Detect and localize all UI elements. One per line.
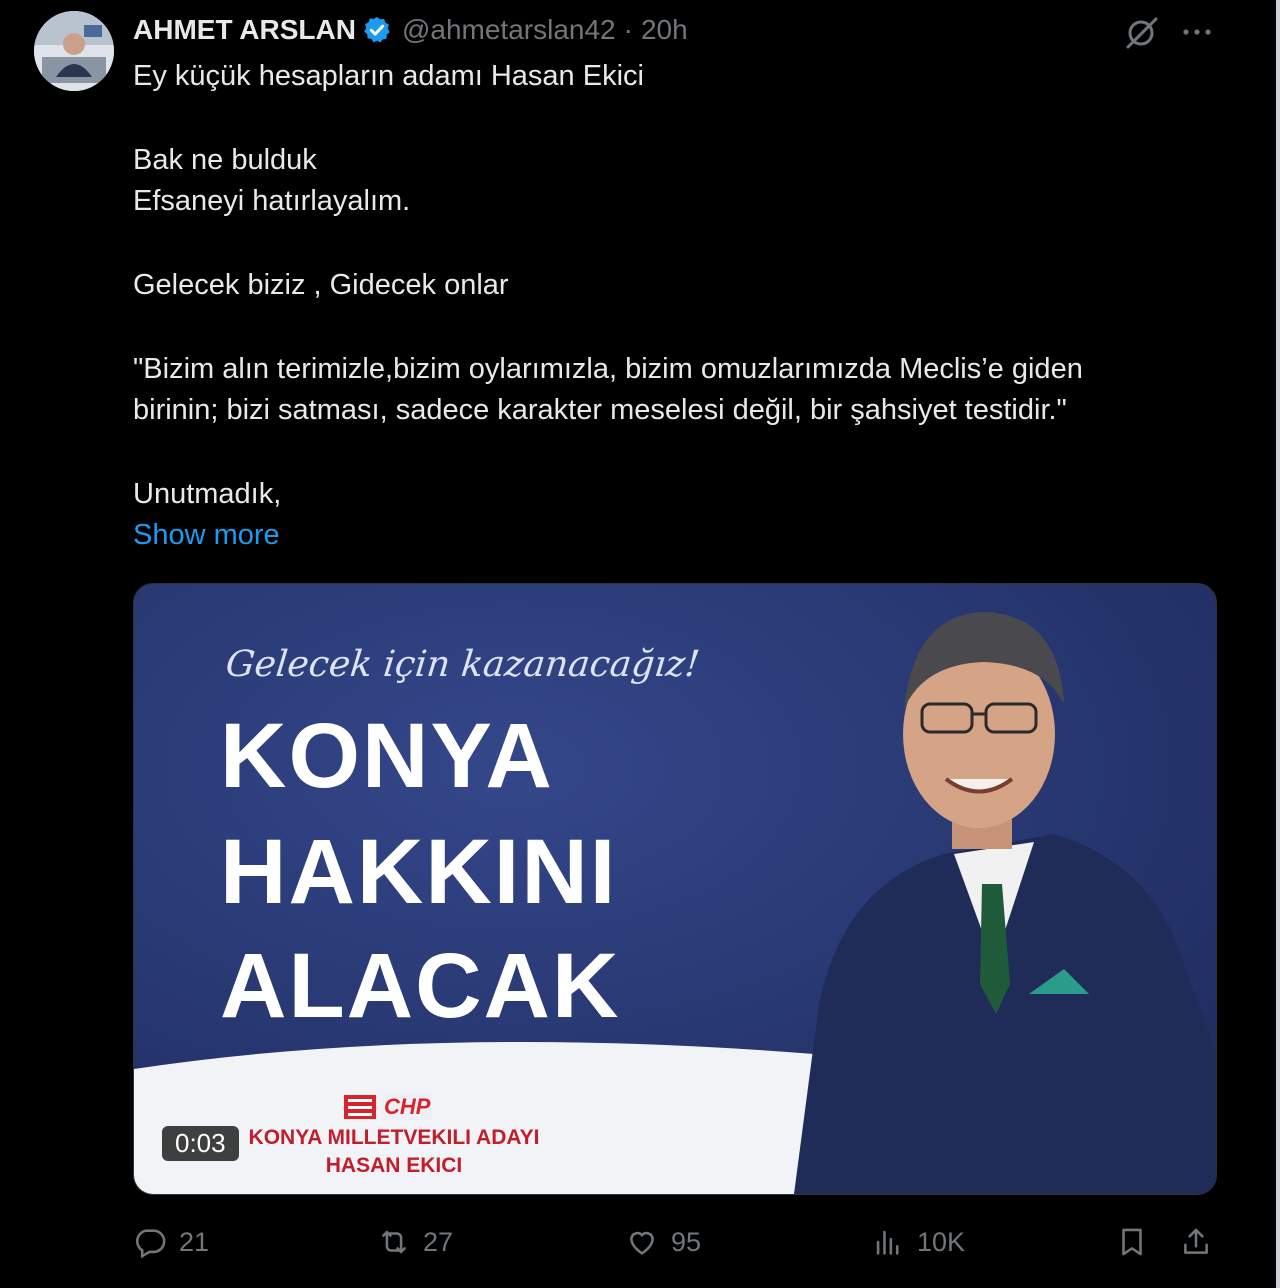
tweet-line: Bak ne bulduk Efsaneyi hatırlayalım. xyxy=(133,144,411,217)
tweet-line: Unutmadık, xyxy=(133,478,282,510)
tweet-text: Ey küçük hesapların adamı Hasan Ekici Ba… xyxy=(133,56,1213,556)
chp-flag-icon xyxy=(344,1095,376,1119)
views-button[interactable]: 10K xyxy=(871,1220,965,1264)
candidate-title: KONYA MILLETVEKILI ADAYI xyxy=(248,1126,540,1149)
bookmark-button[interactable] xyxy=(1115,1220,1161,1264)
retweet-icon xyxy=(382,1230,406,1254)
candidate-name: HASAN EKICI xyxy=(325,1154,463,1177)
author-handle[interactable]: @ahmetarslan42 xyxy=(402,14,616,46)
tweet-video[interactable]: Gelecek için kazanacağız! KONYA HAKKINI … xyxy=(133,583,1217,1195)
avatar[interactable] xyxy=(34,11,114,91)
like-button[interactable]: 95 xyxy=(625,1220,701,1264)
like-icon xyxy=(630,1231,654,1255)
retweet-button[interactable]: 27 xyxy=(377,1220,453,1264)
chp-logo-text: CHP xyxy=(382,1094,433,1120)
window-edge xyxy=(1276,0,1280,1288)
video-duration: 0:03 xyxy=(162,1126,239,1161)
separator-dot: · xyxy=(623,14,633,45)
chp-logo: CHP xyxy=(344,1094,433,1120)
grok-icon[interactable] xyxy=(1124,14,1160,50)
views-icon xyxy=(876,1230,899,1255)
share-button[interactable] xyxy=(1179,1220,1225,1264)
more-icon[interactable] xyxy=(1178,18,1216,46)
reply-button[interactable]: 21 xyxy=(133,1220,209,1264)
share-icon xyxy=(1184,1228,1208,1254)
tweet-line: Gelecek biziz , Gidecek onlar xyxy=(133,269,509,301)
bookmark-icon xyxy=(1122,1228,1142,1256)
reply-count: 21 xyxy=(179,1226,210,1257)
reply-icon xyxy=(135,1229,166,1259)
tweet-line: Ey küçük hesapların adamı Hasan Ekici xyxy=(133,60,644,92)
views-count: 10K xyxy=(917,1226,966,1257)
media-headline-2: HAKKINI xyxy=(220,821,618,923)
media-slogan: Gelecek için kazanacağız! xyxy=(223,644,702,685)
show-more-link[interactable]: Show more xyxy=(133,515,1213,556)
media-headline-1: KONYA xyxy=(220,705,554,807)
media-headline-3: ALACAK xyxy=(220,935,621,1037)
tweet-header: AHMET ARSLAN @ahmetarslan42 · 20h xyxy=(133,8,688,52)
tweet-line: "Bizim alın terimizle,bizim oylarımızla,… xyxy=(133,353,1083,426)
retweet-count: 27 xyxy=(423,1226,454,1257)
like-count: 95 xyxy=(671,1226,702,1257)
timestamp[interactable]: 20h xyxy=(641,14,688,46)
candidate-photo xyxy=(794,612,1216,1194)
tweet-actions: 21 27 95 10K xyxy=(133,1220,1215,1264)
verified-badge-icon xyxy=(362,15,392,45)
author-name[interactable]: AHMET ARSLAN xyxy=(133,14,356,46)
